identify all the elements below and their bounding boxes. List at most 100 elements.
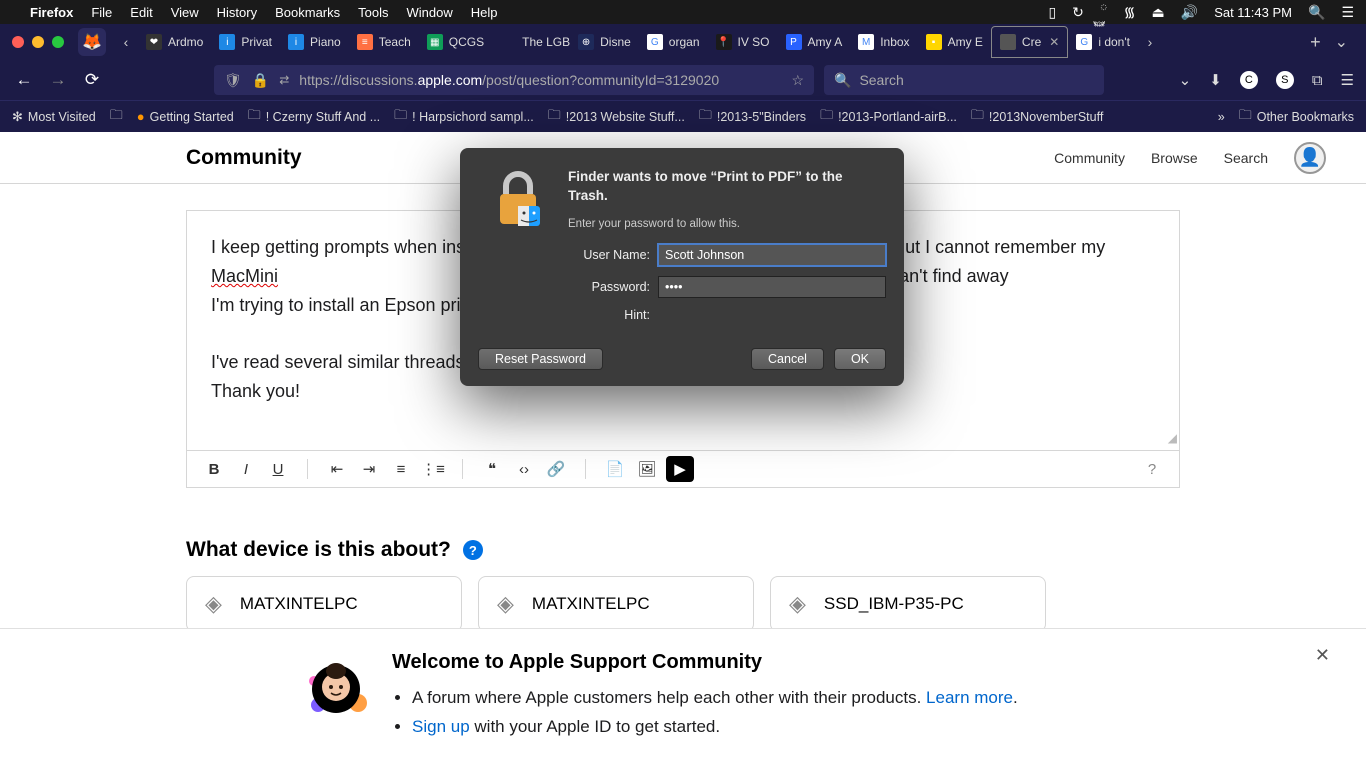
window-zoom[interactable]: [52, 36, 64, 48]
code-button[interactable]: ‹›: [511, 456, 537, 482]
lock-icon[interactable]: 🔒: [252, 72, 269, 89]
tab-3[interactable]: ≡Teach: [349, 26, 419, 58]
favicon: [500, 34, 516, 50]
bookmark-2013-portland[interactable]: 🗀!2013-Portland-airB...: [820, 106, 957, 128]
menu-tools[interactable]: Tools: [358, 5, 388, 20]
menu-view[interactable]: View: [171, 5, 199, 20]
extensions-icon[interactable]: ⧉: [1312, 72, 1323, 89]
bookmark-2013-november[interactable]: 🗀!2013NovemberStuff: [971, 106, 1103, 128]
back-button[interactable]: ←: [12, 70, 36, 90]
underline-button[interactable]: U: [265, 456, 291, 482]
eject-icon[interactable]: ⏏: [1152, 4, 1165, 21]
tab-scroll-right[interactable]: ›: [1140, 34, 1160, 50]
volume-icon[interactable]: 🔊: [1181, 4, 1198, 21]
window-close[interactable]: [12, 36, 24, 48]
device-card-0[interactable]: ◈MATXINTELPC: [186, 576, 462, 632]
timemachine-icon[interactable]: ↻: [1072, 4, 1084, 21]
favicon: ≡: [357, 34, 373, 50]
bookmark-most-visited[interactable]: ✻Most Visited: [12, 109, 96, 125]
tab-0[interactable]: ❤Ardmo: [138, 26, 211, 58]
reload-button[interactable]: ⟳: [80, 70, 104, 90]
editor-help-button[interactable]: ?: [1139, 456, 1165, 482]
bold-button[interactable]: B: [201, 456, 227, 482]
favicon: ⊕: [578, 34, 594, 50]
reset-password-button[interactable]: Reset Password: [478, 348, 603, 370]
bookmark-harpsichord[interactable]: 🗀! Harpsichord sampl...: [394, 106, 534, 128]
menu-history[interactable]: History: [217, 5, 257, 20]
tab-2[interactable]: iPiano: [280, 26, 349, 58]
tab-9[interactable]: PAmy A: [778, 26, 851, 58]
help-badge-icon[interactable]: ?: [463, 540, 483, 560]
app-name[interactable]: Firefox: [30, 5, 73, 20]
quote-button[interactable]: ❝: [479, 456, 505, 482]
cancel-button[interactable]: Cancel: [751, 348, 824, 370]
menu-window[interactable]: Window: [407, 5, 453, 20]
learn-more-link[interactable]: Learn more: [926, 688, 1013, 707]
menu-edit[interactable]: Edit: [130, 5, 152, 20]
nav-search[interactable]: Search: [1224, 150, 1268, 166]
tab-13[interactable]: Gi don't: [1068, 26, 1138, 58]
password-input[interactable]: [658, 276, 886, 298]
tab-scroll-left[interactable]: ‹: [116, 34, 136, 50]
menu-file[interactable]: File: [91, 5, 112, 20]
bookmarks-overflow[interactable]: »: [1218, 110, 1225, 124]
unordered-list-button[interactable]: ⋮≡: [420, 456, 446, 482]
tab-1[interactable]: iPrivat: [211, 26, 280, 58]
username-input[interactable]: [658, 244, 886, 266]
list-tabs-button[interactable]: ⌄: [1335, 32, 1348, 52]
forward-button[interactable]: →: [46, 70, 70, 90]
other-bookmarks[interactable]: 🗀Other Bookmarks: [1239, 106, 1354, 128]
firefox-home-button[interactable]: 🦊: [78, 28, 106, 56]
window-minimize[interactable]: [32, 36, 44, 48]
image-button[interactable]: 🖼: [634, 456, 660, 482]
bookmark-star-icon[interactable]: ☆: [791, 72, 804, 89]
shield-icon[interactable]: 🛡: [224, 72, 242, 89]
nav-browse[interactable]: Browse: [1151, 150, 1198, 166]
video-button[interactable]: ▶: [666, 456, 694, 482]
resize-handle-icon[interactable]: ◢: [1168, 429, 1177, 448]
welcome-close-button[interactable]: ✕: [1315, 645, 1330, 666]
sign-up-link[interactable]: Sign up: [412, 717, 470, 736]
control-center-icon[interactable]: ☰: [1341, 4, 1354, 21]
attach-button[interactable]: 📄: [602, 456, 628, 482]
tab-4[interactable]: ▦QCGS: [419, 26, 492, 58]
tab-11[interactable]: ▪Amy E: [918, 26, 991, 58]
tab-10[interactable]: MInbox: [850, 26, 917, 58]
device-card-1[interactable]: ◈MATXINTELPC: [478, 576, 754, 632]
menu-help[interactable]: Help: [471, 5, 498, 20]
new-tab-button[interactable]: +: [1310, 32, 1321, 53]
bookmark-2013-binders[interactable]: 🗀!2013-5"Binders: [699, 106, 806, 128]
tab-5[interactable]: The LGBT: [492, 26, 570, 58]
extension-icon-1[interactable]: C: [1240, 71, 1258, 89]
nav-community[interactable]: Community: [1054, 150, 1125, 166]
outdent-button[interactable]: ⇤: [324, 456, 350, 482]
bookmark-getting-started[interactable]: ●Getting Started: [137, 109, 234, 124]
downloads-icon[interactable]: ⬇: [1209, 71, 1222, 89]
wifi-icon[interactable]: ᯾: [1124, 3, 1136, 22]
user-avatar[interactable]: 👤: [1294, 142, 1326, 174]
search-bar[interactable]: 🔍 Search: [824, 65, 1104, 95]
bookmark-folder-1[interactable]: 🗀: [110, 106, 123, 128]
extension-icon-2[interactable]: S: [1276, 71, 1294, 89]
tab-8[interactable]: 📍IV SO: [708, 26, 778, 58]
device-card-2[interactable]: ◈SSD_IBM-P35-PC: [770, 576, 1046, 632]
battery-icon[interactable]: ▯: [1048, 4, 1056, 21]
menubar-clock[interactable]: Sat 11:43 PM: [1214, 5, 1292, 20]
indent-button[interactable]: ⇥: [356, 456, 382, 482]
pocket-icon[interactable]: ⌄: [1179, 71, 1192, 89]
menu-bookmarks[interactable]: Bookmarks: [275, 5, 340, 20]
link-button[interactable]: 🔗: [543, 456, 569, 482]
url-bar[interactable]: 🛡 🔒 ⇄ https://discussions.apple.com/post…: [214, 65, 814, 95]
ordered-list-button[interactable]: ≡: [388, 456, 414, 482]
bookmark-2013-website[interactable]: 🗀!2013 Website Stuff...: [548, 106, 685, 128]
bookmark-czerny[interactable]: 🗀! Czerny Stuff And ...: [248, 106, 380, 128]
italic-button[interactable]: I: [233, 456, 259, 482]
permissions-icon[interactable]: ⇄: [279, 73, 289, 87]
app-menu-icon[interactable]: ☰: [1341, 71, 1354, 89]
spotlight-icon[interactable]: 🔍: [1308, 4, 1325, 21]
tab-7[interactable]: Gorgan: [639, 26, 708, 58]
ok-button[interactable]: OK: [834, 348, 886, 370]
tab-6[interactable]: ⊕Disne: [570, 26, 639, 58]
tab-12[interactable]: Cre✕: [991, 26, 1068, 58]
tab-close[interactable]: ✕: [1049, 35, 1059, 49]
